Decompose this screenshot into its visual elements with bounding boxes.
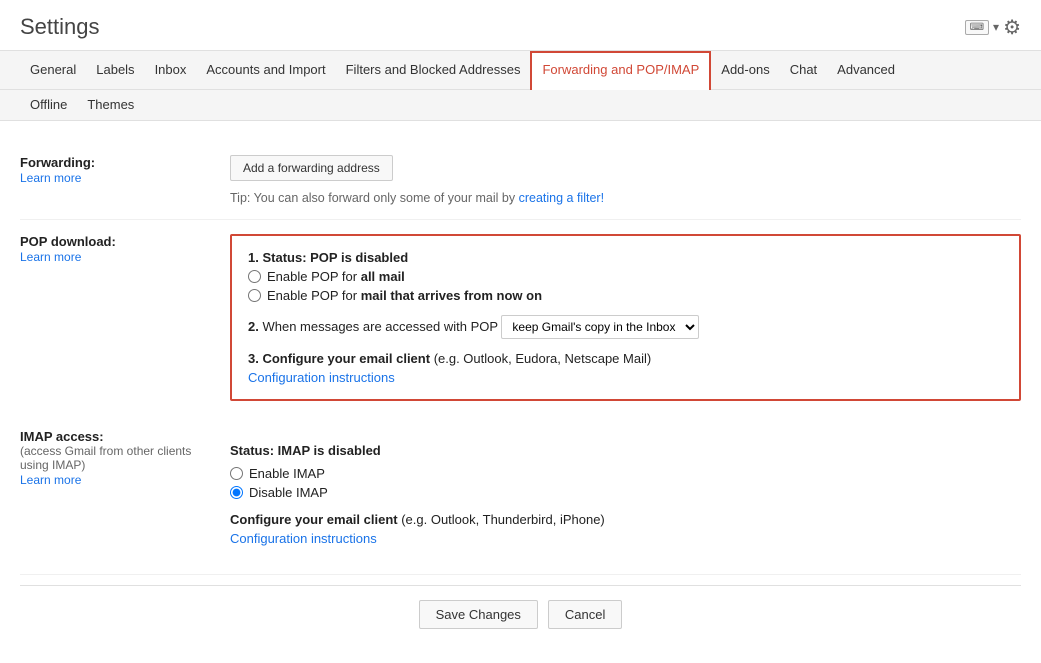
tab-chat[interactable]: Chat	[780, 51, 827, 89]
tab-forwarding[interactable]: Forwarding and POP/IMAP	[530, 51, 711, 90]
pop-section: 1. Status: POP is disabled Enable POP fo…	[230, 234, 1021, 401]
tab-advanced[interactable]: Advanced	[827, 51, 905, 89]
tab-addons[interactable]: Add-ons	[711, 51, 779, 89]
tab-filters[interactable]: Filters and Blocked Addresses	[336, 51, 531, 89]
imap-config-link[interactable]: Configuration instructions	[230, 531, 377, 546]
imap-configure: Configure your email client (e.g. Outloo…	[230, 512, 1021, 527]
pop-access-dropdown[interactable]: keep Gmail's copy in the Inbox archive G…	[501, 315, 699, 339]
nav-tabs-row1: General Labels Inbox Accounts and Import…	[0, 51, 1041, 90]
pop-label: POP download:	[20, 234, 210, 249]
imap-radio2[interactable]	[230, 486, 243, 499]
save-changes-button[interactable]: Save Changes	[419, 600, 538, 629]
forwarding-tip: Tip: You can also forward only some of y…	[230, 191, 1021, 205]
imap-sublabel: (access Gmail from other clients	[20, 444, 210, 458]
pop-learn-more[interactable]: Learn more	[20, 250, 81, 264]
pop-step2: 2. When messages are accessed with POP k…	[248, 315, 1003, 339]
imap-status: Status: IMAP is disabled	[230, 443, 1021, 458]
tab-accounts[interactable]: Accounts and Import	[196, 51, 335, 89]
pop-download-row: POP download: Learn more 1. Status: POP …	[20, 220, 1021, 401]
forwarding-learn-more[interactable]: Learn more	[20, 171, 81, 185]
imap-label: IMAP access:	[20, 429, 210, 444]
page-title: Settings	[20, 14, 100, 50]
forwarding-row: Forwarding: Learn more Add a forwarding …	[20, 141, 1021, 220]
dropdown-arrow: ▾	[993, 20, 999, 34]
tab-themes[interactable]: Themes	[77, 90, 144, 120]
pop-config-link[interactable]: Configuration instructions	[248, 370, 395, 385]
pop-radio2-row: Enable POP for mail that arrives from no…	[248, 288, 1003, 303]
imap-learn-more[interactable]: Learn more	[20, 473, 81, 487]
keyboard-icon[interactable]: ⌨	[965, 20, 989, 35]
tab-labels[interactable]: Labels	[86, 51, 144, 89]
imap-radio1-row: Enable IMAP	[230, 466, 1021, 481]
gear-icon[interactable]: ⚙	[1003, 15, 1021, 40]
imap-row: IMAP access: (access Gmail from other cl…	[20, 415, 1021, 575]
nav-tabs-row2: Offline Themes	[0, 90, 1041, 121]
pop-radio1[interactable]	[248, 270, 261, 283]
footer-bar: Save Changes Cancel	[20, 585, 1021, 643]
tab-offline[interactable]: Offline	[20, 90, 77, 120]
forwarding-label: Forwarding:	[20, 155, 210, 170]
add-forwarding-button[interactable]: Add a forwarding address	[230, 155, 393, 181]
tab-general[interactable]: General	[20, 51, 86, 89]
pop-radio2[interactable]	[248, 289, 261, 302]
pop-radio1-label: Enable POP for all mail	[267, 269, 405, 284]
pop-step3: 3. Configure your email client (e.g. Out…	[248, 351, 1003, 366]
create-filter-link[interactable]: creating a filter!	[519, 191, 604, 205]
pop-step1-label: 1. Status: POP is disabled	[248, 250, 1003, 265]
imap-radio2-label: Disable IMAP	[249, 485, 328, 500]
pop-radio1-row: Enable POP for all mail	[248, 269, 1003, 284]
pop-radio2-label: Enable POP for mail that arrives from no…	[267, 288, 542, 303]
imap-radio1[interactable]	[230, 467, 243, 480]
tab-inbox[interactable]: Inbox	[145, 51, 197, 89]
imap-sublabel2: using IMAP)	[20, 458, 210, 472]
imap-radio1-label: Enable IMAP	[249, 466, 325, 481]
imap-radio2-row: Disable IMAP	[230, 485, 1021, 500]
cancel-button[interactable]: Cancel	[548, 600, 622, 629]
